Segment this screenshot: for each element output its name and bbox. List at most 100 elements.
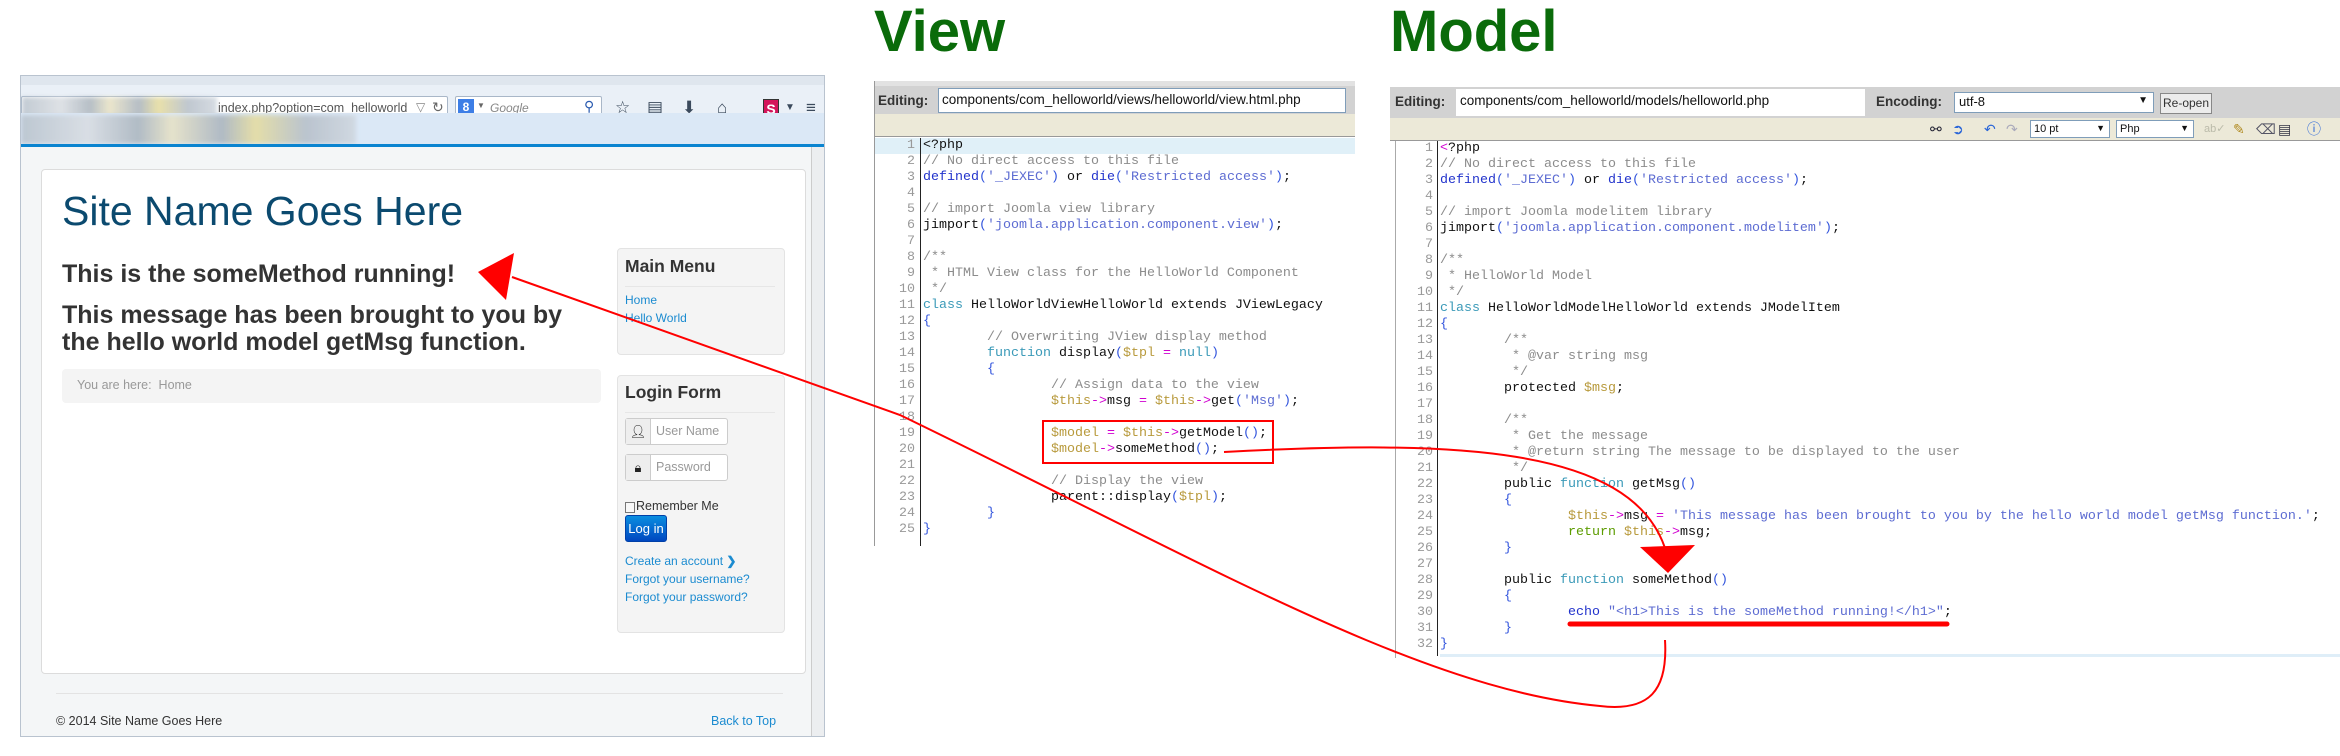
password-field[interactable]: 🔒︎ Password	[625, 454, 728, 481]
code-line[interactable]: 14 * @var string msg	[1390, 349, 2340, 365]
code-line[interactable]: 31 }	[1390, 621, 2340, 637]
code-line[interactable]: 25 return $this->msg;	[1390, 525, 2340, 541]
code-line[interactable]: 27	[1390, 557, 2340, 573]
code-line[interactable]: 32}	[1390, 637, 2340, 653]
code-line[interactable]: 1 <?php	[1390, 141, 2340, 157]
code-line[interactable]: 24 }	[875, 506, 1355, 522]
code-line[interactable]: 3 defined('_JEXEC') or die('Restricted ac…	[875, 170, 1355, 186]
code-line[interactable]: 8 /**	[875, 250, 1355, 266]
code-line[interactable]: 18	[875, 410, 1355, 426]
code-line[interactable]: 12 {	[1390, 317, 2340, 333]
font-size-select[interactable]: 10 pt ▼	[2030, 120, 2110, 138]
code-line[interactable]: 7	[875, 234, 1355, 250]
code-text: <?php	[1440, 141, 1480, 157]
code-line[interactable]: 22 // Display the view	[875, 474, 1355, 490]
line-number: 20	[899, 442, 915, 457]
redo-icon[interactable]: ↷	[2006, 119, 2018, 139]
file-path-input[interactable]: components/com_helloworld/models/hellowo…	[1456, 89, 1865, 116]
encoding-select[interactable]: utf-8 ▼	[1954, 92, 2154, 113]
forgot-username-link[interactable]: Forgot your username?	[625, 572, 750, 586]
site-title[interactable]: Site Name Goes Here	[62, 188, 463, 235]
code-line[interactable]: 16 // Assign data to the view	[875, 378, 1355, 394]
model-code-area[interactable]: 1 <?php 2 // No direct access to this file 3…	[1390, 141, 2340, 653]
code-line[interactable]: 17	[1390, 397, 2340, 413]
horizontal-scrollbar[interactable]	[1440, 654, 2340, 657]
code-line[interactable]: 11 class HelloWorldViewHelloWorld extends…	[875, 298, 1355, 314]
code-line[interactable]: 16 protected $msg;	[1390, 381, 2340, 397]
view-code-area[interactable]: 1 <?php 2 // No direct access to this file 3…	[875, 138, 1355, 538]
reopen-button[interactable]: Re-open	[2160, 93, 2212, 114]
code-line[interactable]: 24 $this->msg = 'This message has been b…	[1390, 509, 2340, 525]
spellcheck-icon[interactable]: ab✓	[2204, 119, 2225, 139]
page-scrollbar[interactable]	[811, 147, 824, 736]
code-line[interactable]: 5 // import Joomla modelitem library	[1390, 205, 2340, 221]
code-line[interactable]: 1 <?php	[875, 138, 1355, 154]
remember-me-label[interactable]: Remember Me	[636, 499, 719, 513]
code-line[interactable]: 20 * @return string The message to be di…	[1390, 445, 2340, 461]
code-line[interactable]: 3 defined('_JEXEC') or die('Restricted ac…	[1390, 173, 2340, 189]
back-to-top-link[interactable]: Back to Top	[711, 714, 776, 728]
code-line[interactable]: 13 /**	[1390, 333, 2340, 349]
line-number: 10	[1417, 285, 1433, 300]
code-line[interactable]: 5 // import Joomla view library	[875, 202, 1355, 218]
syntax-select[interactable]: Php ▼	[2116, 120, 2194, 138]
username-placeholder: User Name	[656, 424, 720, 438]
code-line[interactable]: 14 function display($tpl = null)	[875, 346, 1355, 362]
file-path-input[interactable]: components/com_helloworld/views/hellowor…	[938, 88, 1346, 113]
code-line[interactable]: 15 */	[1390, 365, 2340, 381]
url-dropdown-icon[interactable]: ▽	[416, 100, 425, 114]
eraser-icon[interactable]: ⌫	[2256, 119, 2276, 139]
login-button[interactable]: Log in	[625, 515, 667, 542]
menu-item-hello-world[interactable]: Hello World	[625, 311, 687, 325]
code-line[interactable]: 19 * Get the message	[1390, 429, 2340, 445]
chevron-down-icon: ▼	[2138, 95, 2148, 106]
code-line[interactable]: 6 jimport('joomla.application.component.m…	[1390, 221, 2340, 237]
code-token: function	[1559, 477, 1624, 492]
code-line[interactable]: 9 * HelloWorld Model	[1390, 269, 2340, 285]
help-icon[interactable]: ⓘ	[2307, 119, 2321, 139]
code-line[interactable]: 6 jimport('joomla.application.component.v…	[875, 218, 1355, 234]
code-token: <?php	[923, 138, 963, 153]
create-account-link[interactable]: Create an account ❯	[625, 554, 736, 568]
code-line[interactable]: 23 parent::display($tpl);	[875, 490, 1355, 506]
code-line[interactable]: 11 class HelloWorldModelHelloWorld extend…	[1390, 301, 2340, 317]
code-token: )	[1568, 173, 1576, 188]
code-line[interactable]: 19 $model = $this->getModel();	[875, 426, 1355, 442]
code-token: =	[1130, 394, 1155, 409]
code-line[interactable]: 18 /**	[1390, 413, 2340, 429]
code-line[interactable]: 17 $this->msg = $this->get('Msg');	[875, 394, 1355, 410]
code-line[interactable]: 4	[875, 186, 1355, 202]
code-line[interactable]: 9 * HTML View class for the HelloWorld C…	[875, 266, 1355, 282]
remember-me-checkbox[interactable]	[625, 502, 635, 513]
encoding-label: Encoding:	[1876, 94, 1942, 109]
forgot-password-link[interactable]: Forgot your password?	[625, 590, 748, 604]
code-line[interactable]: 15 {	[875, 362, 1355, 378]
word-wrap-icon[interactable]: ▤	[2278, 119, 2291, 139]
code-line[interactable]: 26 }	[1390, 541, 2340, 557]
menu-item-home[interactable]: Home	[625, 293, 657, 307]
search-engine-dropdown-icon[interactable]: ▼	[477, 101, 485, 110]
highlight-icon[interactable]: ✎	[2233, 119, 2245, 139]
code-line[interactable]: 29 {	[1390, 589, 2340, 605]
code-line[interactable]: 10 */	[1390, 285, 2340, 301]
code-line[interactable]: 4	[1390, 189, 2340, 205]
code-line[interactable]: 12 {	[875, 314, 1355, 330]
code-line[interactable]: 23 {	[1390, 493, 2340, 509]
code-line[interactable]: 21	[875, 458, 1355, 474]
code-line[interactable]: 7	[1390, 237, 2340, 253]
code-line[interactable]: 2 // No direct access to this file	[875, 154, 1355, 170]
code-line[interactable]: 2 // No direct access to this file	[1390, 157, 2340, 173]
code-line[interactable]: 22 public function getMsg()	[1390, 477, 2340, 493]
code-line[interactable]: 28 public function someMethod()	[1390, 573, 2340, 589]
undo-icon[interactable]: ↶	[1984, 119, 1996, 139]
username-field[interactable]: 👤︎ User Name	[625, 418, 728, 445]
find-icon[interactable]: ⚯	[1930, 119, 1942, 139]
code-line[interactable]: 21 */	[1390, 461, 2340, 477]
code-line[interactable]: 30 echo "<h1>This is the someMethod runn…	[1390, 605, 2340, 621]
code-line[interactable]: 13 // Overwriting JView display method	[875, 330, 1355, 346]
code-line[interactable]: 20 $model->someMethod();	[875, 442, 1355, 458]
goto-icon[interactable]: ➲	[1952, 119, 1964, 139]
code-line[interactable]: 8 /**	[1390, 253, 2340, 269]
code-line[interactable]: 10 */	[875, 282, 1355, 298]
code-line[interactable]: 25}	[875, 522, 1355, 538]
